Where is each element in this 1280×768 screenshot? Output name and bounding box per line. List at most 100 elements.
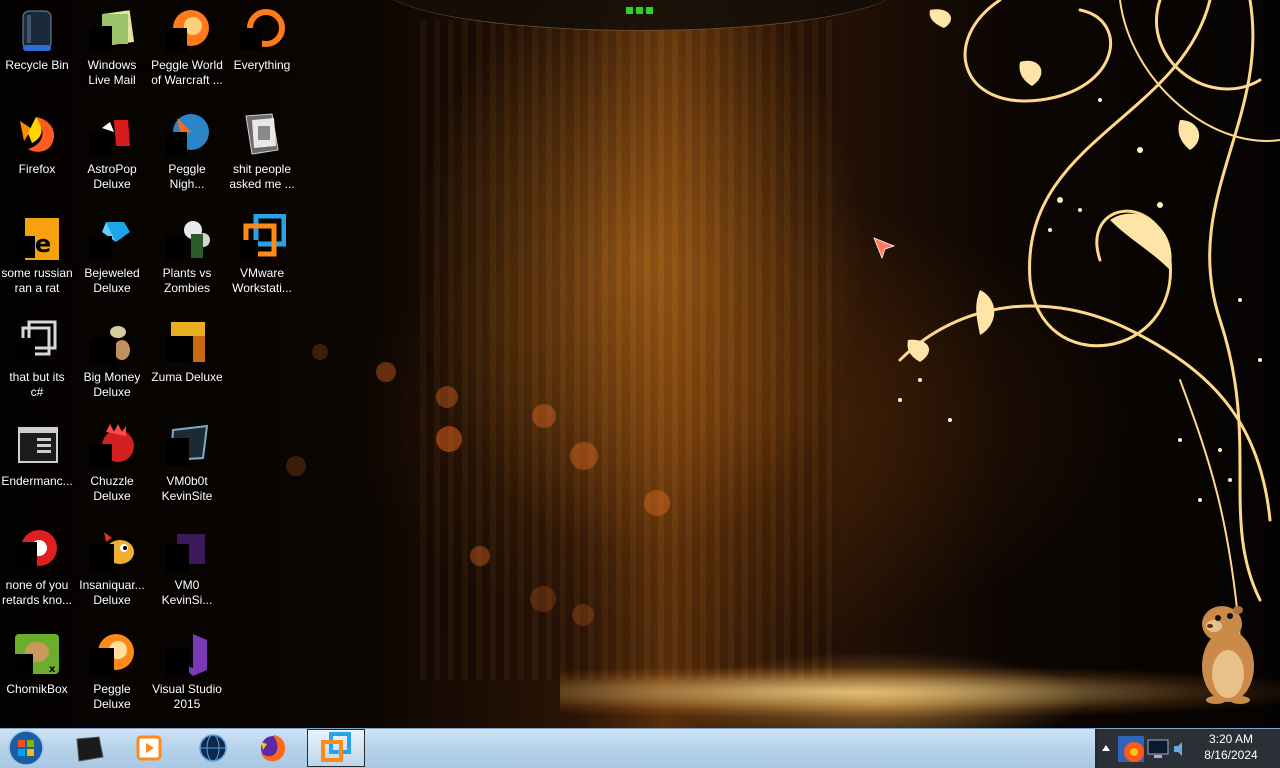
taskbar-item-media-player[interactable]	[120, 729, 178, 767]
desktop-icon-chuzzle-deluxe[interactable]: Chuzzle Deluxe	[74, 416, 150, 516]
desktop-icon-vm0b0t-kevinsite[interactable]: VM0b0t KevinSite	[149, 416, 225, 516]
desktop-icon-label: Chuzzle Deluxe	[90, 474, 134, 503]
firefox-tray-icon	[1118, 736, 1144, 762]
desktop-icon-label: Recycle Bin	[5, 58, 69, 72]
desktop-icon-label: none of you retards kno...	[1, 578, 73, 607]
desktop-icon-label: Peggle Deluxe	[93, 682, 131, 711]
globe-icon	[199, 734, 227, 762]
monitor-icon	[1147, 739, 1169, 758]
desktop-icon-insaniquarium-deluxe[interactable]: Insaniquar... Deluxe	[74, 520, 150, 620]
desktop-icon-label: Everything	[233, 58, 291, 72]
bokeh-light	[532, 404, 556, 428]
desktop-icon-label: VMware Workstati...	[232, 266, 292, 295]
desktop-icon-label: Insaniquar... Deluxe	[79, 578, 145, 607]
desktop-icon-chomikbox[interactable]: x ChomikBox	[0, 624, 75, 724]
bokeh-light	[470, 546, 490, 566]
desktop-icon-big-money-deluxe[interactable]: Big Money Deluxe	[74, 312, 150, 412]
clock-time: 3:20 AM	[1208, 732, 1254, 746]
taskbar-item-terminal[interactable]	[60, 729, 118, 767]
desktop-icon-label: Windows Live Mail	[87, 58, 137, 87]
bokeh-light	[376, 362, 396, 382]
wallpaper-streaks	[420, 20, 840, 680]
bokeh-light	[530, 586, 556, 612]
desktop-icon-firefox[interactable]: Firefox	[0, 104, 75, 204]
peggle-nights-icon	[163, 110, 211, 158]
green-marker-icon	[626, 7, 653, 14]
zuma-icon	[163, 318, 211, 366]
bokeh-light	[436, 426, 462, 452]
tray-app-volume[interactable]	[1172, 739, 1188, 759]
desktop-icon-shit-people-asked-me[interactable]: shit people asked me ...	[224, 104, 300, 204]
desktop-icon-astropop-deluxe[interactable]: AstroPop Deluxe	[74, 104, 150, 204]
desktop-icon-plants-vs-zombies[interactable]: Plants vs Zombies	[149, 208, 225, 308]
desktop-icon-peggle-deluxe[interactable]: Peggle Deluxe	[74, 624, 150, 724]
desktop-icon-label: Big Money Deluxe	[83, 370, 141, 399]
big-money-icon	[88, 318, 136, 366]
desktop-icon-some-russian-ran-a-rat[interactable]: e some russian ran a rat	[0, 208, 75, 308]
desktop-icon-none-of-you[interactable]: none of you retards kno...	[0, 520, 75, 620]
recycle-bin-icon	[13, 6, 61, 54]
terminal-app-icon	[13, 422, 61, 470]
desktop-icon-label: Peggle World of Warcraft ...	[151, 58, 223, 87]
taskbar-item-vmware[interactable]	[307, 729, 365, 767]
tray-app-firefox[interactable]	[1116, 732, 1146, 766]
desktop-icon-label: some russian ran a rat	[1, 266, 73, 295]
desktop-icon-bejeweled-deluxe[interactable]: Bejeweled Deluxe	[74, 208, 150, 308]
desktop-icon-zuma-deluxe[interactable]: Zuma Deluxe	[149, 312, 225, 412]
bokeh-light	[572, 604, 594, 626]
desktop-icon-everything[interactable]: Everything	[224, 0, 300, 100]
mouse-cursor-icon	[873, 237, 896, 260]
desktop-icon-label: Peggle Nigh...	[168, 162, 206, 191]
desktop-icon-peggle-world-of-warcraft[interactable]: Peggle World of Warcraft ...	[149, 0, 225, 100]
hamster-gadget-icon[interactable]	[1188, 596, 1268, 706]
red-disc-icon	[13, 526, 61, 574]
chomikbox-icon: x	[13, 630, 61, 678]
clock-date: 8/16/2024	[1204, 748, 1258, 762]
terminal-icon	[76, 736, 104, 762]
peggle-wow-icon	[163, 6, 211, 54]
desktop-icon-label: Visual Studio 2015	[152, 682, 222, 711]
svg-text:x: x	[49, 664, 56, 675]
desktop-icon-that-but-its-csharp[interactable]: that but its c#	[0, 312, 75, 412]
volume-icon	[1174, 742, 1182, 756]
svg-text:e: e	[35, 230, 51, 258]
bokeh-light	[644, 490, 670, 516]
desktop-icon-peggle-nights[interactable]: Peggle Nigh...	[149, 104, 225, 204]
peggle-icon	[88, 630, 136, 678]
taskbar-item-firefox[interactable]	[244, 729, 302, 767]
firefox-icon	[261, 735, 286, 762]
desktop-icon-label: ChomikBox	[6, 682, 68, 696]
taskbar-item-globe[interactable]	[184, 729, 242, 767]
desktop-icon-vmware-workstation[interactable]: VMware Workstati...	[224, 208, 300, 308]
desktop-icon-label: Firefox	[18, 162, 56, 176]
desktop-icon-label: Zuma Deluxe	[151, 370, 223, 384]
firefox-icon	[13, 110, 61, 158]
folder-icon	[238, 110, 286, 158]
desktop-icon-endermanch[interactable]: Endermanc...	[0, 416, 75, 516]
desktop-icon-label: VM0b0t KevinSite	[161, 474, 213, 503]
desktop-icon-label: Plants vs Zombies	[162, 266, 212, 295]
show-hidden-icons-button[interactable]	[1100, 738, 1112, 758]
floor-glow	[560, 668, 1280, 716]
window-stack-icon	[13, 318, 61, 366]
bokeh-light	[570, 442, 598, 470]
desktop-icon-label: Bejeweled Deluxe	[84, 266, 140, 295]
desktop-icon-windows-live-mail[interactable]: Windows Live Mail	[74, 0, 150, 100]
bokeh-light	[436, 386, 458, 408]
desktop-icon-visual-studio-2015[interactable]: Visual Studio 2015	[149, 624, 225, 724]
fish-icon	[88, 526, 136, 574]
bokeh-light	[312, 344, 328, 360]
tray-app-monitor[interactable]	[1146, 736, 1170, 762]
bejeweled-gem-icon	[88, 214, 136, 262]
desktop-icon-label: Endermanc...	[1, 474, 73, 488]
chevron-up-icon	[1102, 745, 1110, 751]
desktop-icon-label: that but its c#	[9, 370, 65, 399]
chuzzle-icon	[88, 422, 136, 470]
windows-orb-icon	[8, 730, 44, 766]
desktop-icon-label: shit people asked me ...	[229, 162, 295, 191]
start-button[interactable]	[4, 729, 48, 767]
bokeh-light	[286, 456, 306, 476]
desktop-icon-vm0-kevinsite[interactable]: VM0 KevinSi...	[149, 520, 225, 620]
desktop-icon-recycle-bin[interactable]: Recycle Bin	[0, 0, 75, 100]
taskbar-clock[interactable]: 3:20 AM 8/16/2024	[1196, 731, 1266, 765]
